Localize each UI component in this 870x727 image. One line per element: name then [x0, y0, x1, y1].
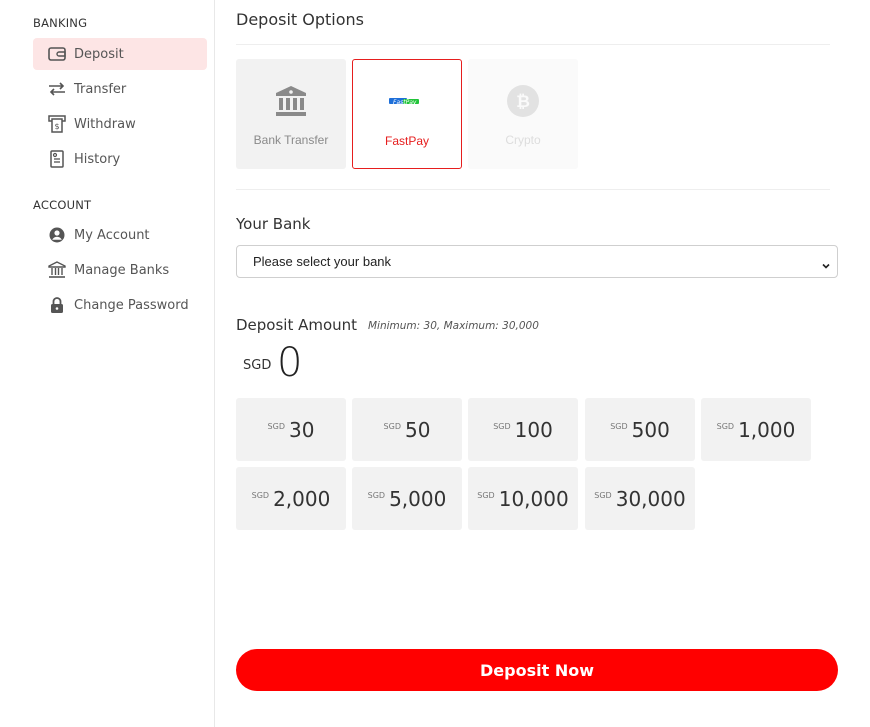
sidebar-item-label: Transfer [74, 81, 127, 97]
preset-currency: SGD [594, 490, 612, 500]
deposit-option-crypto[interactable]: ₿ Crypto [468, 59, 578, 169]
wallet-icon [47, 44, 67, 64]
deposit-now-button[interactable]: Deposit Now [236, 649, 838, 691]
amount-preset-1000[interactable]: SGD 1,000 [701, 398, 811, 461]
preset-value: 1,000 [738, 417, 796, 442]
user-circle-icon [47, 225, 67, 245]
preset-currency: SGD [267, 421, 285, 431]
preset-value: 2,000 [273, 486, 331, 511]
fastpay-logo-icon: FastPay [389, 84, 425, 120]
sidebar-item-history[interactable]: History [33, 143, 207, 175]
sidebar-item-label: Manage Banks [74, 262, 170, 278]
amount-preset-30000[interactable]: SGD 30,000 [585, 467, 695, 530]
transfer-arrows-icon [47, 79, 67, 99]
withdraw-icon: $ [47, 114, 67, 134]
sidebar-item-withdraw[interactable]: $ Withdraw [33, 108, 207, 140]
bank-icon [47, 260, 67, 280]
amount-currency: SGD [243, 358, 272, 373]
divider [236, 189, 830, 190]
preset-value: 30 [288, 417, 315, 442]
amount-preset-500[interactable]: SGD 500 [585, 398, 695, 461]
preset-currency: SGD [477, 490, 495, 500]
preset-value: 500 [631, 417, 670, 442]
amount-preset-2000[interactable]: SGD 2,000 [236, 467, 346, 530]
option-label: Bank Transfer [253, 133, 329, 147]
sidebar-item-my-account[interactable]: My Account [33, 219, 207, 251]
preset-currency: SGD [716, 421, 735, 431]
option-label: Crypto [505, 133, 541, 147]
preset-value: 30,000 [615, 486, 686, 511]
sidebar-item-label: Deposit [74, 46, 124, 62]
preset-value: 50 [404, 417, 431, 442]
history-icon [47, 149, 67, 169]
svg-text:$: $ [54, 122, 59, 131]
amount-preset-50[interactable]: SGD 50 [352, 398, 462, 461]
bank-select[interactable]: Please select your bank [236, 245, 838, 278]
page-title: Deposit Options [236, 10, 364, 29]
lock-icon [47, 295, 67, 315]
svg-text:FastPay: FastPay [393, 99, 417, 106]
deposit-amount-limits: Minimum: 30, Maximum: 30,000 [368, 320, 539, 332]
preset-currency: SGD [610, 421, 628, 431]
amount-preset-5000[interactable]: SGD 5,000 [352, 467, 462, 530]
bitcoin-icon: ₿ [506, 83, 540, 119]
preset-currency: SGD [383, 421, 401, 431]
deposit-option-bank-transfer[interactable]: Bank Transfer [236, 59, 346, 169]
divider [236, 44, 830, 45]
sidebar-item-label: My Account [74, 227, 150, 243]
sidebar-item-manage-banks[interactable]: Manage Banks [33, 254, 207, 286]
preset-currency: SGD [493, 421, 511, 431]
deposit-now-label: Deposit Now [480, 660, 594, 680]
amount-preset-10000[interactable]: SGD 10,000 [468, 467, 578, 530]
amount-preset-30[interactable]: SGD 30 [236, 398, 346, 461]
account-heading: ACCOUNT [33, 198, 92, 212]
preset-value: 100 [514, 417, 553, 442]
preset-value: 10,000 [498, 486, 569, 511]
amount-preset-100[interactable]: SGD 100 [468, 398, 578, 461]
deposit-option-fastpay[interactable]: FastPay FastPay [352, 59, 462, 169]
option-label: FastPay [384, 134, 429, 148]
chevron-down-icon [821, 256, 831, 275]
sidebar: BANKING Deposit Transfer $ Withdraw Hist… [0, 0, 215, 727]
preset-currency: SGD [251, 490, 270, 500]
sidebar-item-label: Change Password [74, 297, 189, 313]
amount-value: 0 [277, 340, 303, 386]
sidebar-item-transfer[interactable]: Transfer [33, 73, 207, 105]
sidebar-item-change-password[interactable]: Change Password [33, 289, 207, 321]
sidebar-item-label: History [74, 151, 121, 167]
sidebar-item-label: Withdraw [74, 116, 136, 132]
bank-select-value: Please select your bank [253, 254, 392, 269]
bank-building-icon [274, 83, 308, 119]
svg-text:₿: ₿ [516, 92, 530, 112]
preset-currency: SGD [367, 490, 386, 500]
your-bank-label: Your Bank [236, 215, 311, 233]
sidebar-item-deposit[interactable]: Deposit [33, 38, 207, 70]
banking-heading: BANKING [33, 16, 88, 30]
deposit-amount-title: Deposit Amount [236, 316, 358, 334]
preset-value: 5,000 [389, 486, 447, 511]
